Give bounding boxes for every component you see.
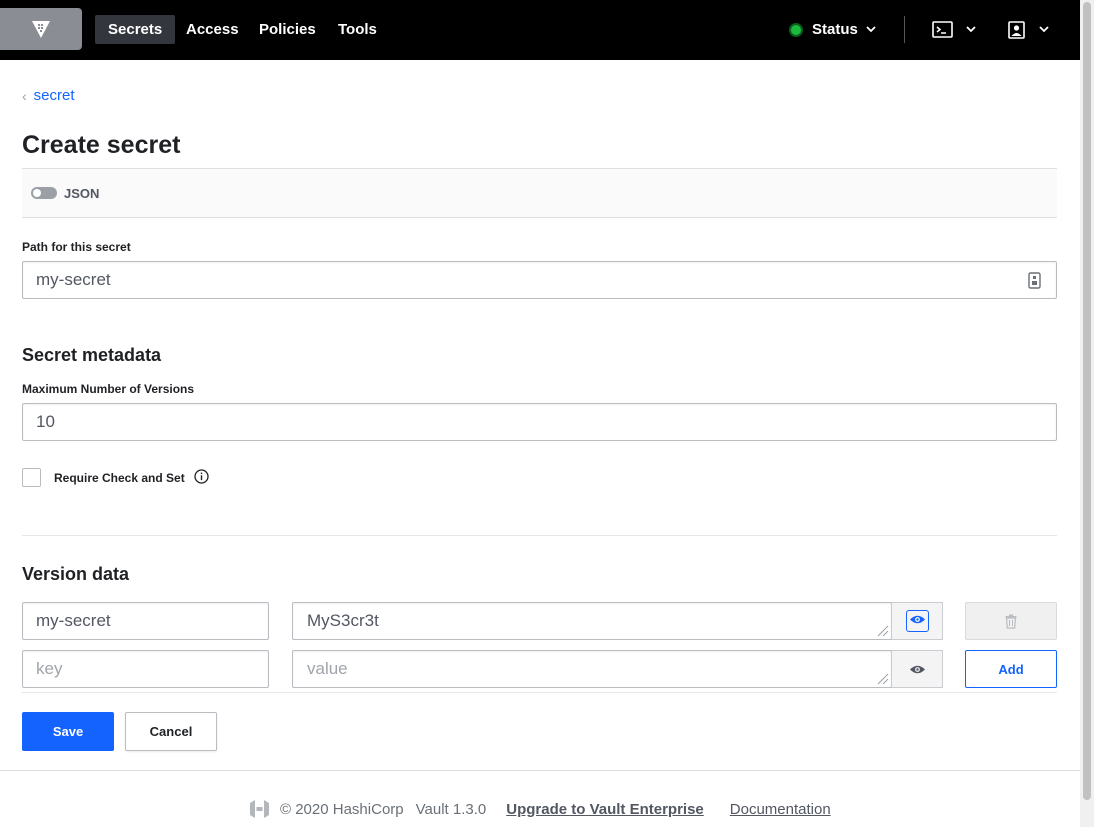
cancel-button[interactable]: Cancel <box>125 712 217 751</box>
top-navbar: Secrets Access Policies Tools Status <box>0 0 1080 60</box>
nav-access[interactable]: Access <box>173 15 252 44</box>
chevron-down-icon <box>1039 26 1049 33</box>
new-value-placeholder: value <box>307 659 348 678</box>
json-toggle-label: JSON <box>64 185 100 201</box>
user-menu-button[interactable] <box>1008 15 1049 44</box>
kv-value-text: MyS3cr3t <box>307 611 379 630</box>
nav-divider <box>904 16 905 43</box>
path-input[interactable]: my-secret <box>22 261 1057 299</box>
metadata-section-title: Secret metadata <box>22 345 162 365</box>
console-menu-button[interactable] <box>932 15 976 44</box>
breadcrumb[interactable]: ‹ secret <box>22 87 75 104</box>
nav-policies[interactable]: Policies <box>246 15 329 44</box>
footer: © 2020 HashiCorp Vault 1.3.0 Upgrade to … <box>249 798 849 820</box>
path-input-value: my-secret <box>36 270 111 289</box>
chevron-down-icon <box>966 26 976 33</box>
rows-divider <box>22 692 1057 693</box>
breadcrumb-secret-link[interactable]: secret <box>34 87 75 104</box>
page: Secrets Access Policies Tools Status ‹ s… <box>0 0 1080 827</box>
hashicorp-logo-icon <box>250 800 269 818</box>
status-menu[interactable]: Status <box>789 15 876 44</box>
section-divider <box>22 535 1057 536</box>
clipboard-icon <box>1028 272 1041 289</box>
add-row-button[interactable]: Add <box>965 650 1057 688</box>
kv-key-value: my-secret <box>36 611 111 630</box>
toggle-visibility-button[interactable] <box>891 602 943 640</box>
eye-icon <box>909 615 925 624</box>
json-toolbar: JSON <box>22 168 1057 218</box>
nav-tools[interactable]: Tools <box>325 15 390 44</box>
chevron-down-icon <box>866 26 876 33</box>
terminal-icon <box>932 21 953 38</box>
documentation-link[interactable]: Documentation <box>730 801 831 818</box>
max-versions-label: Maximum Number of Versions <box>22 382 195 396</box>
new-key-input[interactable]: key <box>22 650 269 688</box>
footer-version: Vault 1.3.0 <box>415 800 487 818</box>
version-data-title: Version data <box>22 564 130 584</box>
info-icon[interactable] <box>194 469 209 484</box>
nav-secrets[interactable]: Secrets <box>95 15 176 44</box>
json-toggle[interactable] <box>31 187 57 199</box>
scrollbar-thumb[interactable] <box>1083 2 1091 800</box>
kv-value-input[interactable]: MyS3cr3t <box>292 602 892 640</box>
delete-row-button[interactable] <box>965 602 1057 640</box>
save-button[interactable]: Save <box>22 712 114 751</box>
eye-icon-wrap <box>905 610 929 632</box>
vault-logo[interactable] <box>0 8 82 50</box>
upgrade-link[interactable]: Upgrade to Vault Enterprise <box>506 801 704 818</box>
new-key-placeholder: key <box>36 659 63 678</box>
max-versions-value: 10 <box>36 412 55 431</box>
trash-icon <box>1005 614 1017 629</box>
new-value-input[interactable]: value <box>292 650 892 688</box>
toggle-visibility-button[interactable] <box>891 650 943 688</box>
eye-icon <box>909 665 925 673</box>
page-title: Create secret <box>22 131 181 159</box>
require-cas-checkbox[interactable] <box>22 468 41 487</box>
kv-key-input[interactable]: my-secret <box>22 602 269 640</box>
footer-divider <box>0 770 1080 771</box>
status-label: Status <box>812 21 858 38</box>
resize-handle-icon[interactable] <box>875 671 889 685</box>
footer-copyright: © 2020 HashiCorp <box>280 800 404 818</box>
path-label: Path for this secret <box>22 240 131 254</box>
chevron-left-icon: ‹ <box>22 87 27 104</box>
vault-logo-icon <box>32 21 50 38</box>
status-ok-icon <box>789 22 803 37</box>
require-cas-label: Require Check and Set <box>54 471 185 485</box>
user-icon <box>1008 20 1025 39</box>
resize-handle-icon[interactable] <box>875 623 889 637</box>
max-versions-input[interactable]: 10 <box>22 403 1057 441</box>
